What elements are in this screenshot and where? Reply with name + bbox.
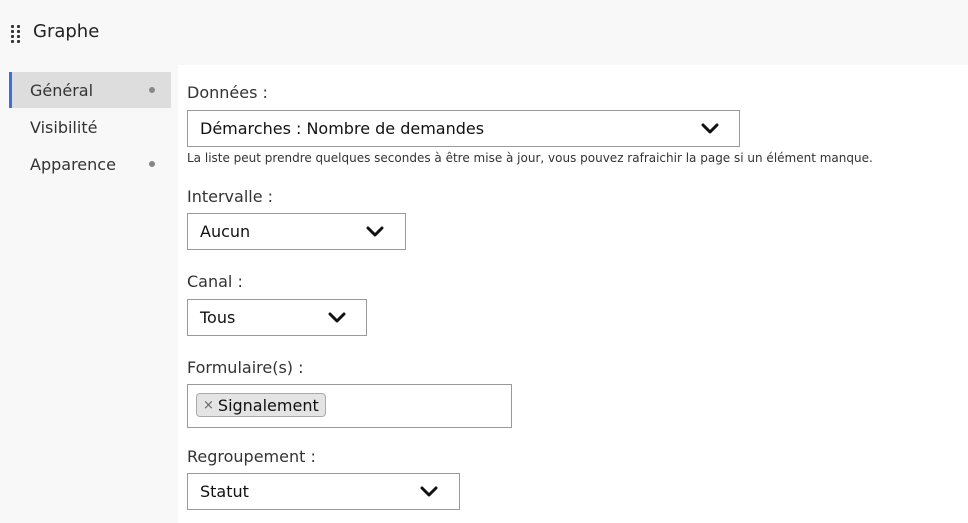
chevron-down-icon (420, 486, 438, 497)
intervalle-select[interactable]: Aucun (187, 213, 406, 250)
regroupement-select[interactable]: Statut (187, 473, 460, 510)
sidebar-item-visibilite[interactable]: Visibilité (9, 109, 171, 145)
selected-tag: × Signalement (196, 393, 326, 417)
canal-label: Canal : (187, 272, 243, 291)
header: Graphe (0, 0, 968, 65)
sidebar-item-label: Général (30, 80, 94, 100)
chevron-down-icon (701, 123, 719, 134)
sidebar: Général Visibilité Apparence (0, 65, 178, 523)
sidebar-item-general[interactable]: Général (9, 72, 171, 108)
chevron-down-icon (366, 226, 384, 237)
chevron-down-icon (328, 312, 346, 323)
formulaires-multiselect[interactable]: × Signalement (187, 384, 512, 428)
sidebar-item-apparence[interactable]: Apparence (9, 146, 171, 182)
donnees-value: Démarches : Nombre de demandes (200, 119, 485, 138)
formulaires-label: Formulaire(s) : (187, 358, 304, 377)
intervalle-value: Aucun (200, 222, 251, 241)
sidebar-item-label: Visibilité (30, 117, 98, 137)
canal-select[interactable]: Tous (187, 299, 367, 336)
donnees-hint: La liste peut prendre quelques secondes … (187, 151, 873, 165)
drag-handle-icon[interactable] (11, 25, 23, 45)
sidebar-item-label: Apparence (30, 154, 116, 174)
donnees-label: Données : (187, 83, 268, 102)
intervalle-label: Intervalle : (187, 187, 274, 206)
canal-value: Tous (200, 308, 236, 327)
status-dot-icon (149, 87, 155, 93)
regroupement-value: Statut (200, 482, 249, 501)
donnees-select[interactable]: Démarches : Nombre de demandes (187, 110, 740, 147)
page-title: Graphe (33, 21, 100, 42)
status-dot-icon (149, 161, 155, 167)
form-panel: Données : Démarches : Nombre de demandes… (178, 65, 968, 523)
tag-label: Signalement (217, 395, 319, 415)
regroupement-label: Regroupement : (187, 447, 316, 466)
remove-tag-icon[interactable]: × (203, 398, 214, 413)
